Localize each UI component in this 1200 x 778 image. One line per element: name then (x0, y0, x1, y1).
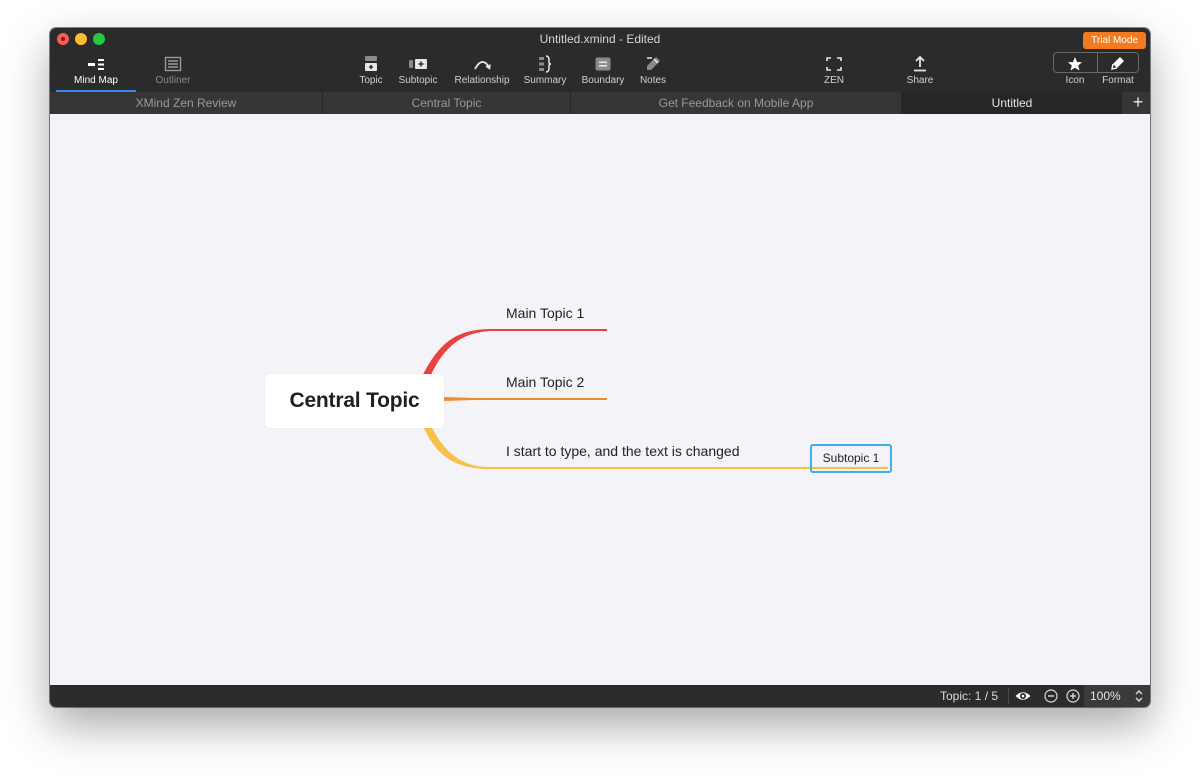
zoom-level-select[interactable]: 100% (1084, 685, 1150, 707)
notes-icon (647, 57, 660, 70)
branch-taper-main-topic-3 (423, 424, 490, 469)
insert-topic-button[interactable]: Topic (353, 50, 389, 92)
subtopic-icon (409, 59, 427, 69)
boundary-label: Boundary (581, 75, 625, 86)
toolbar: Mind Map Outliner Topic Subtopic Relatio… (50, 50, 1150, 92)
document-tab-bar: XMind Zen Review Central Topic Get Feedb… (50, 92, 1150, 114)
zen-label: ZEN (824, 75, 844, 86)
status-bar: Topic: 1 / 5 100% (50, 685, 1150, 707)
add-tab-icon[interactable]: + (1128, 92, 1148, 114)
topic-count: Topic: 1 / 5 (940, 689, 999, 703)
title-bar: Untitled.xmind - Edited Trial Mode (50, 28, 1150, 50)
main-topic-3-node[interactable]: I start to type, and the text is changed (506, 443, 739, 459)
eye-icon[interactable] (1014, 687, 1032, 705)
notes-label: Notes (639, 75, 667, 86)
central-topic-node[interactable]: Central Topic (265, 374, 444, 428)
boundary-icon (595, 57, 611, 71)
pen-icon (1111, 57, 1124, 70)
chevron-updown-icon (1135, 690, 1143, 702)
tab-get-feedback[interactable]: Get Feedback on Mobile App (571, 92, 902, 114)
zen-icon (826, 57, 842, 71)
format-panel-button[interactable]: Format (1097, 50, 1139, 92)
outliner-label: Outliner (155, 75, 191, 86)
status-divider (1008, 688, 1009, 704)
mind-map-canvas[interactable]: Central Topic Main Topic 1 Main Topic 2 … (50, 114, 1150, 685)
format-label: Format (1102, 75, 1134, 86)
zoom-in-icon[interactable] (1066, 689, 1080, 703)
outliner-icon (164, 56, 182, 72)
icon-label: Icon (1065, 75, 1085, 86)
star-icon (1068, 57, 1082, 71)
mind-map-icon (88, 59, 104, 70)
mind-map-view-button[interactable]: Mind Map (56, 50, 136, 92)
topic-label: Topic (359, 75, 383, 86)
insert-boundary-button[interactable]: Boundary (578, 50, 628, 92)
relationship-icon (474, 61, 491, 70)
share-button[interactable]: Share (902, 50, 938, 92)
main-topic-2-node[interactable]: Main Topic 2 (506, 374, 584, 390)
subtopic-label: Subtopic (398, 75, 438, 86)
insert-subtopic-button[interactable]: Subtopic (394, 50, 442, 92)
trial-mode-button[interactable]: Trial Mode (1083, 32, 1146, 49)
share-label: Share (906, 75, 934, 86)
summary-icon (539, 55, 552, 73)
topic-icon (365, 56, 377, 71)
tab-xmind-zen-review[interactable]: XMind Zen Review (50, 92, 323, 114)
share-icon (914, 55, 926, 72)
relationship-label: Relationship (454, 75, 510, 86)
icon-panel-button[interactable]: Icon (1055, 50, 1095, 92)
window-title: Untitled.xmind - Edited (539, 32, 661, 46)
insert-summary-button[interactable]: Summary (522, 50, 568, 92)
insert-relationship-button[interactable]: Relationship (450, 50, 514, 92)
main-topic-1-node[interactable]: Main Topic 1 (506, 305, 584, 321)
zoom-level-value: 100% (1090, 689, 1121, 703)
app-window: Untitled.xmind - Edited Trial Mode Mind … (50, 28, 1150, 707)
outliner-view-button[interactable]: Outliner (142, 50, 204, 92)
branch-line-main-topic-1 (422, 329, 607, 378)
tab-central-topic[interactable]: Central Topic (323, 92, 571, 114)
mind-map-label: Mind Map (74, 75, 118, 86)
tab-untitled[interactable]: Untitled (902, 92, 1122, 114)
branch-connectors (422, 329, 888, 469)
zoom-out-icon[interactable] (1044, 689, 1058, 703)
summary-label: Summary (523, 75, 567, 86)
subtopic-1-node[interactable]: Subtopic 1 (810, 444, 892, 473)
zen-mode-button[interactable]: ZEN (820, 50, 848, 92)
branch-taper-main-topic-2 (444, 397, 490, 401)
insert-notes-button[interactable]: Notes (636, 50, 670, 92)
